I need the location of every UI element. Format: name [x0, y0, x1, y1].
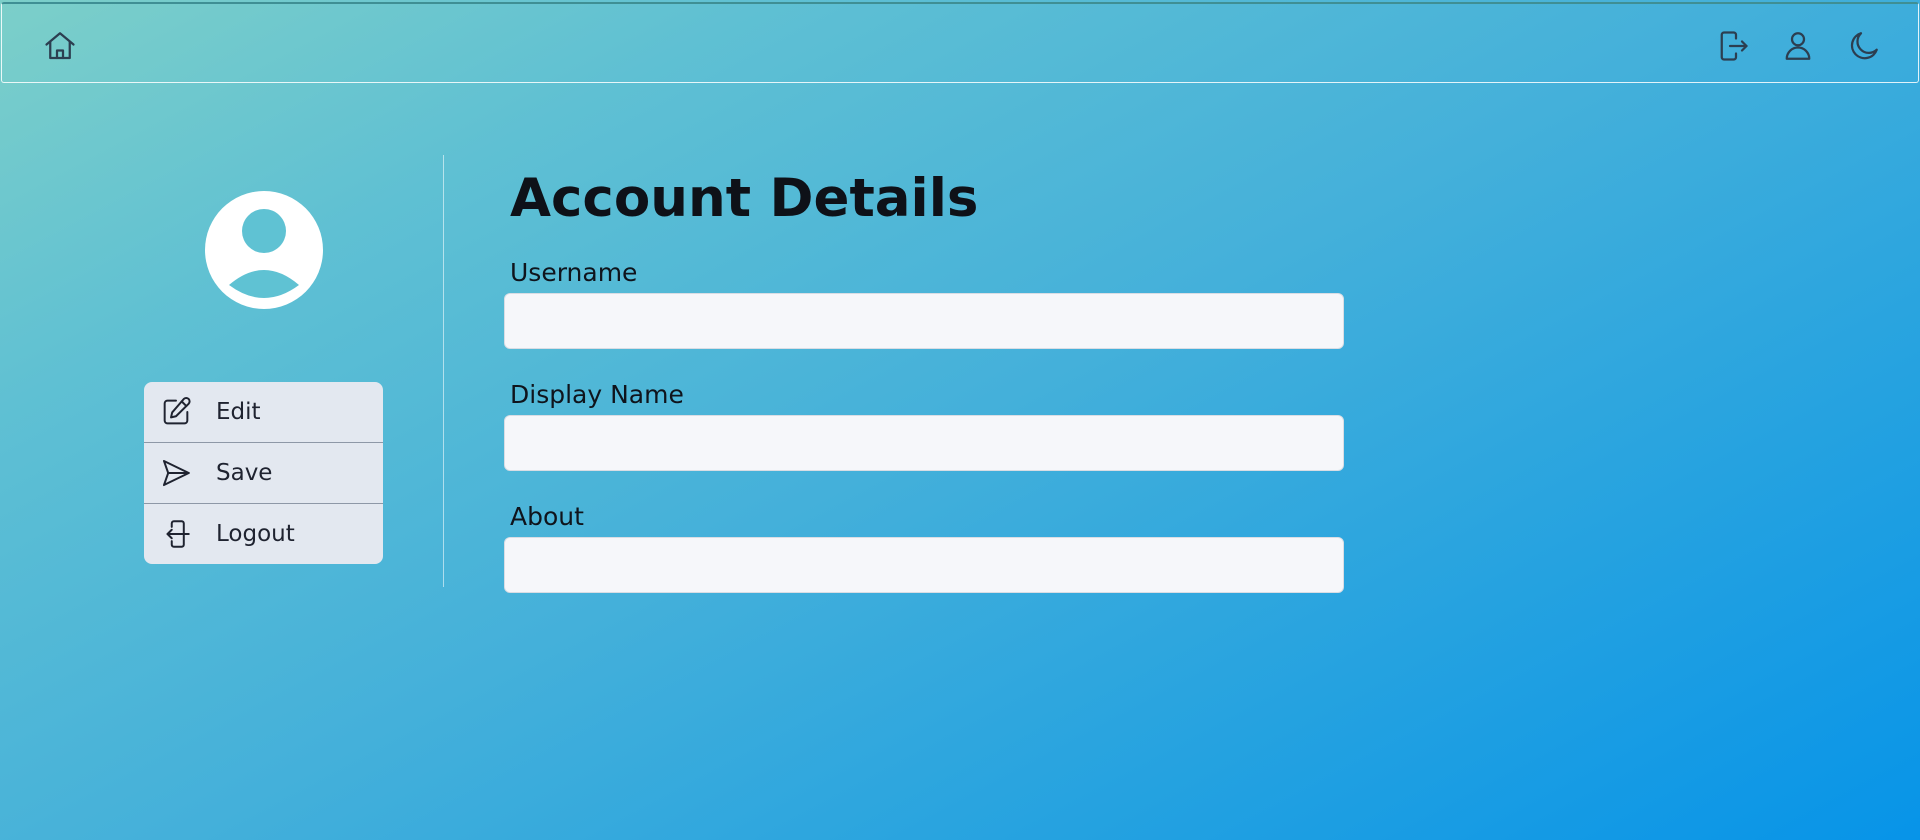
menu-item-logout[interactable]: Logout: [144, 504, 383, 564]
moon-icon: [1850, 32, 1878, 60]
theme-toggle-button[interactable]: [1844, 26, 1884, 66]
send-icon: [158, 455, 194, 491]
logout-nav-button[interactable]: [1713, 26, 1753, 66]
page-title: Account Details: [510, 168, 979, 229]
account-menu: Edit Save Logout: [144, 382, 383, 564]
logout-icon: [1720, 31, 1748, 61]
about-label: About: [510, 502, 584, 531]
vertical-divider: [443, 155, 444, 587]
logout-arrow-icon: [158, 516, 194, 552]
menu-item-label: Save: [216, 460, 273, 486]
profile-nav-button[interactable]: [1778, 26, 1818, 66]
home-button[interactable]: [40, 26, 80, 66]
about-input[interactable]: [504, 537, 1344, 593]
home-icon: [45, 32, 75, 60]
menu-item-label: Edit: [216, 399, 261, 425]
username-input[interactable]: [504, 293, 1344, 349]
display-name-input[interactable]: [504, 415, 1344, 471]
menu-item-save[interactable]: Save: [144, 443, 383, 504]
user-icon: [1785, 32, 1811, 60]
avatar: [205, 191, 323, 309]
user-circle-icon: [205, 191, 323, 309]
menu-item-label: Logout: [216, 521, 295, 547]
display-name-label: Display Name: [510, 380, 684, 409]
top-navbar: [1, 2, 1919, 83]
pencil-square-icon: [158, 394, 194, 430]
username-label: Username: [510, 258, 638, 287]
menu-item-edit[interactable]: Edit: [144, 382, 383, 443]
